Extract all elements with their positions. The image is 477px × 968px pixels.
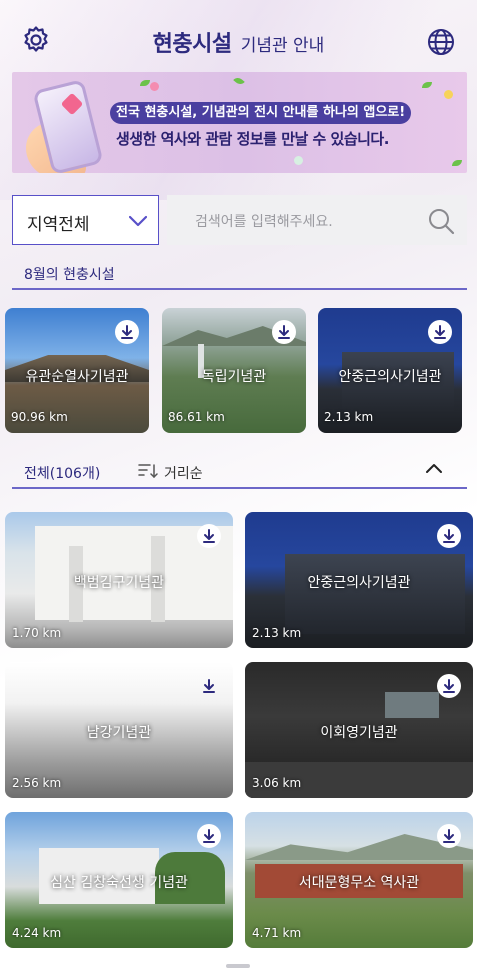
facility-card[interactable]: 심산 김창숙선생 기념관 4.24 km: [5, 812, 233, 948]
promo-banner[interactable]: 전국 현충시설, 기념관의 전시 안내를 하나의 앱으로! 생생한 역사와 관람…: [12, 72, 467, 173]
monthly-section-title: 8월의 현충시설: [24, 267, 115, 283]
monthly-card[interactable]: 안중근의사기념관 2.13 km: [318, 308, 462, 433]
chevron-down-icon: [129, 215, 147, 227]
sort-button[interactable]: 거리순: [164, 463, 203, 483]
screen-shape: [385, 692, 439, 718]
scroll-handle: [226, 964, 250, 968]
monthly-card[interactable]: 독립기념관 86.61 km: [162, 308, 306, 433]
chevron-up-icon[interactable]: [424, 461, 444, 475]
sort-icon[interactable]: [138, 463, 158, 479]
card-distance: 86.61 km: [168, 410, 225, 424]
download-button[interactable]: [272, 320, 296, 344]
download-icon: [443, 829, 455, 843]
divider: [12, 288, 467, 290]
card-name: 남강기념관: [86, 725, 152, 741]
card-name: 서대문형무소 역사관: [298, 875, 420, 891]
card-distance: 1.70 km: [12, 626, 62, 640]
download-icon: [443, 529, 455, 543]
card-distance: 2.13 km: [324, 410, 374, 424]
card-name: 안중근의사기념관: [338, 369, 442, 385]
download-button[interactable]: [428, 320, 452, 344]
flower-decoration: [294, 156, 303, 165]
leaf-decoration: [452, 160, 462, 166]
download-icon: [434, 325, 446, 339]
download-button[interactable]: [437, 824, 461, 848]
card-name: 안중근의사기념관: [307, 575, 411, 591]
download-icon: [121, 325, 133, 339]
leaf-decoration: [140, 80, 150, 86]
flower-decoration: [150, 82, 159, 91]
download-icon: [203, 679, 215, 693]
facility-card[interactable]: 이회영기념관 3.06 km: [245, 662, 473, 798]
download-button[interactable]: [115, 320, 139, 344]
download-icon: [278, 325, 290, 339]
monthly-card[interactable]: 유관순열사기념관 90.96 km: [5, 308, 149, 433]
card-distance: 4.71 km: [252, 926, 302, 940]
region-select[interactable]: 지역전체: [12, 195, 159, 245]
card-name: 백범김구기념관: [73, 575, 165, 591]
title-sub: 기념관 안내: [240, 36, 325, 56]
facility-card[interactable]: 남강기념관 2.56 km: [5, 662, 233, 798]
search-input[interactable]: 검색어를 입력해주세요.: [167, 195, 467, 245]
card-name: 심산 김창숙선생 기념관: [50, 875, 188, 891]
facility-card[interactable]: 서대문형무소 역사관 4.71 km: [245, 812, 473, 948]
globe-icon[interactable]: [426, 27, 456, 57]
leaf-decoration: [233, 75, 245, 87]
banner-headline: 전국 현충시설, 기념관의 전시 안내를 하나의 앱으로!: [110, 102, 412, 124]
page-title: 현충시설 기념관 안내: [0, 26, 477, 58]
download-button[interactable]: [437, 524, 461, 548]
leaf-decoration: [422, 82, 432, 88]
region-select-value: 지역전체: [27, 215, 90, 235]
download-button[interactable]: [197, 824, 221, 848]
facility-card[interactable]: 백범김구기념관 1.70 km: [5, 512, 233, 648]
download-button[interactable]: [197, 524, 221, 548]
download-icon: [443, 679, 455, 693]
banner-subline: 생생한 역사와 관람 정보를 만날 수 있습니다.: [116, 130, 389, 148]
download-icon: [203, 529, 215, 543]
card-distance: 2.56 km: [12, 776, 62, 790]
card-name: 이회영기념관: [320, 725, 398, 741]
building-shape: [285, 554, 465, 634]
app-screen: 현충시설 기념관 안내 전국 현충시설, 기념관의 전시 안내를 하나의 앱으로…: [0, 0, 477, 968]
header: 현충시설 기념관 안내: [0, 0, 477, 72]
card-name: 유관순열사기념관: [25, 369, 129, 385]
card-name: 독립기념관: [201, 369, 267, 385]
search-placeholder: 검색어를 입력해주세요.: [195, 214, 333, 230]
facility-card[interactable]: 안중근의사기념관 2.13 km: [245, 512, 473, 648]
download-button[interactable]: [437, 674, 461, 698]
title-main: 현충시설: [152, 32, 232, 57]
divider: [12, 487, 467, 489]
card-distance: 3.06 km: [252, 776, 302, 790]
card-distance: 2.13 km: [252, 626, 302, 640]
search-icon[interactable]: [427, 207, 455, 235]
flower-decoration: [444, 90, 453, 99]
all-count-title: 전체(106개): [24, 466, 101, 482]
download-icon: [203, 829, 215, 843]
download-button[interactable]: [197, 674, 221, 698]
card-distance: 90.96 km: [11, 410, 68, 424]
card-distance: 4.24 km: [12, 926, 62, 940]
